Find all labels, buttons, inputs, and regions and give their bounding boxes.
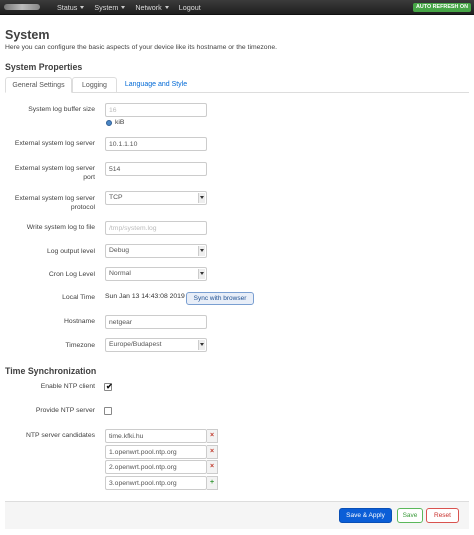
nav-logout[interactable]: Logout [174,0,206,15]
chevron-down-icon [121,6,126,9]
log-level-label: Log output level [47,248,95,255]
ntp-server-input-4[interactable] [105,476,207,490]
save-apply-button[interactable]: Save & Apply [339,508,392,523]
remove-server-button-3[interactable]: × [207,460,218,474]
timezone-label: Timezone [65,342,95,349]
timezone-value: Europe/Budapest [109,341,162,348]
log-file-label: Write system log to file [26,224,95,231]
reset-button[interactable]: Reset [426,508,459,523]
cron-level-select[interactable]: Normal [105,267,207,281]
hostname-label: Hostname [64,318,95,325]
external-protocol-value: TCP [109,194,123,201]
remove-server-button-2[interactable]: × [207,445,218,459]
nav-network[interactable]: Network [130,0,173,15]
log-buffer-unit: kiB [115,119,125,126]
ntp-server-input-2[interactable] [105,445,207,459]
chevron-down-icon [198,246,205,256]
nav-status[interactable]: Status [52,0,89,15]
tab-language-and-style[interactable]: Language and Style [121,77,191,93]
tab-general-settings[interactable]: General Settings [5,77,72,93]
chevron-down-icon [164,6,169,9]
chevron-down-icon [198,193,205,203]
provide-ntp-checkbox[interactable] [104,407,112,415]
top-navbar: Status System Network Logout AUTO REFRES… [0,0,474,15]
external-server-input[interactable] [105,137,207,151]
chevron-down-icon [198,340,205,350]
timezone-select[interactable]: Europe/Budapest [105,338,207,352]
ntp-server-input-3[interactable] [105,460,207,474]
sync-with-browser-button[interactable]: Sync with browser [186,292,254,305]
nav-network-label: Network [135,3,162,12]
chevron-down-icon [80,6,85,9]
add-server-button[interactable]: + [207,476,218,490]
main-nav: Status System Network Logout [52,0,206,15]
section-title-system-properties: System Properties [5,62,83,72]
nav-status-label: Status [57,3,78,12]
settings-tabs: General Settings Logging Language and St… [5,77,469,93]
nav-system-label: System [94,3,119,12]
auto-refresh-badge[interactable]: AUTO REFRESH ON [412,3,471,12]
log-buffer-label: System log buffer size [28,106,95,113]
log-level-value: Debug [109,247,130,254]
nav-logout-label: Logout [178,3,201,12]
remove-server-button-1[interactable]: × [207,429,218,443]
page-description: Here you can configure the basic aspects… [5,44,278,51]
external-server-label: External system log server [14,140,95,147]
local-time-label: Local Time [62,294,95,301]
page-title: System [5,28,50,42]
chevron-down-icon [198,269,205,279]
external-port-label: External system log server port [14,165,95,181]
external-protocol-select[interactable]: TCP [105,191,207,205]
checkmark-icon: ✔ [106,382,113,391]
hostname-input[interactable] [105,315,207,329]
ntp-server-input-1[interactable] [105,429,207,443]
external-port-input[interactable] [105,162,207,176]
enable-ntp-checkbox[interactable]: ✔ [104,382,113,391]
info-icon [106,120,112,126]
nav-system[interactable]: System [89,0,130,15]
cron-level-label: Cron Log Level [48,271,95,278]
cron-level-value: Normal [109,270,131,277]
enable-ntp-label: Enable NTP client [40,383,95,390]
section-title-time-synchronization: Time Synchronization [5,366,97,376]
log-level-select[interactable]: Debug [105,244,207,258]
log-buffer-input[interactable] [105,103,207,117]
save-button[interactable]: Save [397,508,423,523]
brand-logo[interactable] [4,4,40,10]
ntp-candidates-label: NTP server candidates [25,432,95,439]
external-protocol-label: External system log server protocol [14,195,95,211]
log-file-input[interactable] [105,221,207,235]
tab-logging[interactable]: Logging [72,77,117,93]
provide-ntp-label: Provide NTP server [35,407,95,414]
local-time-value: Sun Jan 13 14:43:08 2019 [105,293,185,300]
